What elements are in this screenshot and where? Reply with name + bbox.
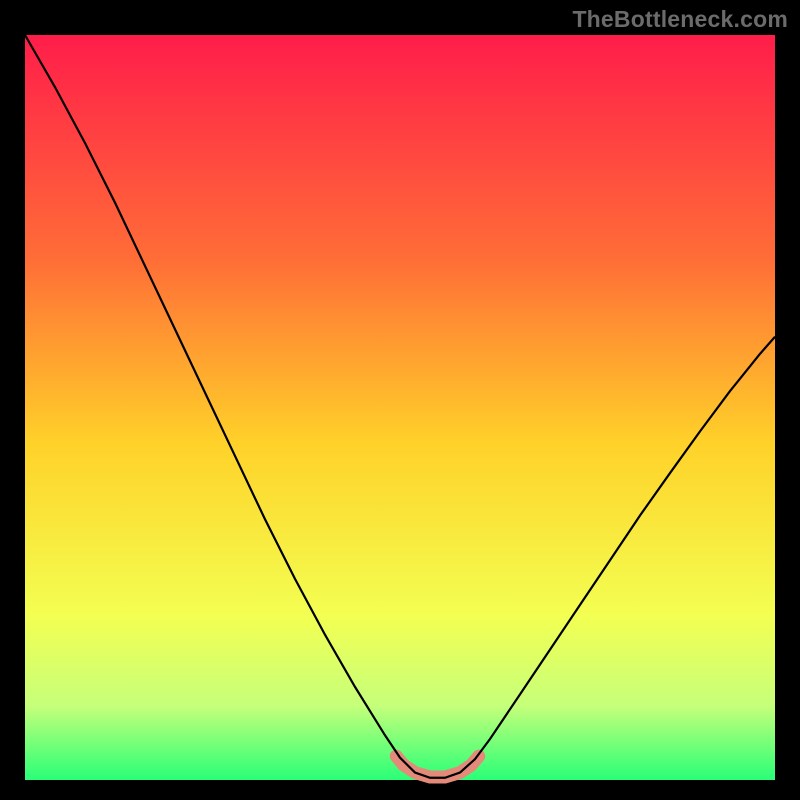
plot-background	[25, 35, 775, 780]
chart-frame: TheBottleneck.com	[0, 0, 800, 800]
bottleneck-chart	[0, 0, 800, 800]
watermark-text: TheBottleneck.com	[572, 6, 788, 33]
